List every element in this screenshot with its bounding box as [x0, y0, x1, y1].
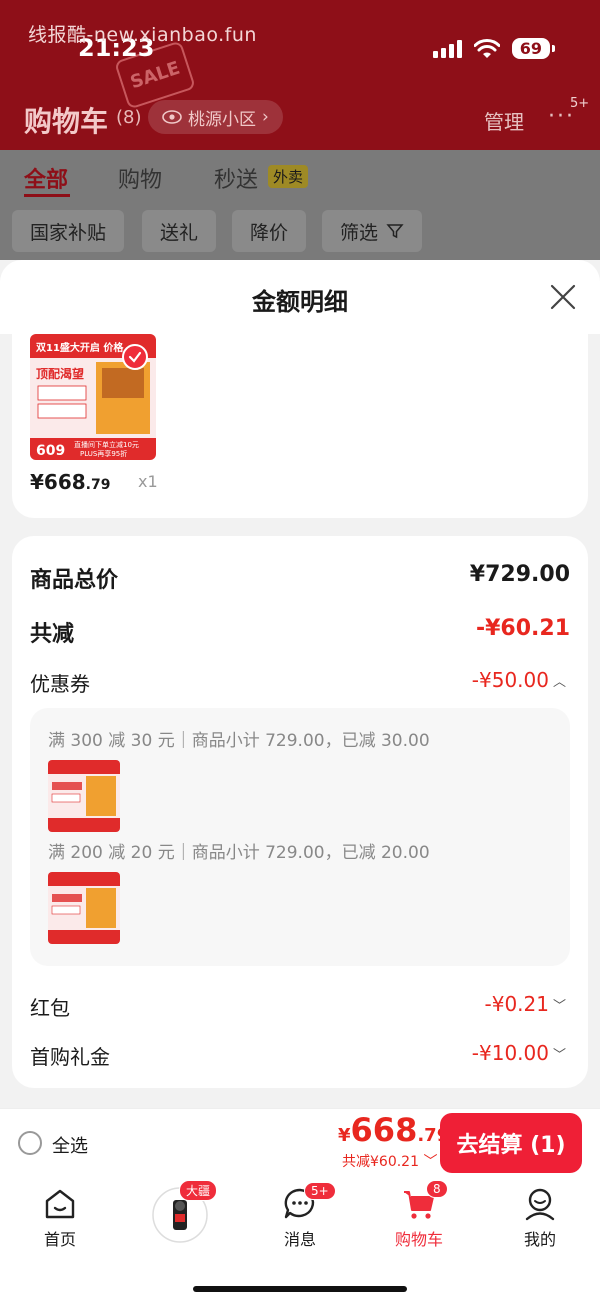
product-card: 双11盛大开启 价格 顶配渴望 609 直播间下单立减10元 PLUS再享95折…: [12, 330, 588, 518]
signal-icon: [432, 39, 462, 58]
more-badge: 5+: [570, 96, 590, 111]
chevron-right-icon: ›: [262, 107, 269, 127]
profile-icon: [525, 1188, 555, 1221]
eye-icon: [162, 110, 182, 124]
chip-subsidy[interactable]: 国家补贴: [12, 210, 125, 252]
cart-badge: 8: [426, 1180, 448, 1198]
discount-label: 共减: [30, 622, 75, 647]
battery-icon: 69: [511, 38, 556, 59]
tabbar-home[interactable]: 首页: [15, 1186, 105, 1250]
tabbar-messages[interactable]: 消息 5+: [255, 1182, 345, 1250]
chip-gift[interactable]: 送礼: [142, 210, 217, 252]
select-all-label[interactable]: 全选: [52, 1132, 88, 1158]
select-all-checkbox[interactable]: [18, 1131, 42, 1155]
close-icon[interactable]: [548, 282, 578, 312]
discount-value: -¥60.21: [475, 616, 570, 641]
background-header: SALE 21:23 69 线报酷-new.xianbao.fun 购物车 (8…: [0, 0, 600, 150]
location-label: 桃源小区: [188, 109, 256, 130]
page-title: 购物车: [24, 105, 109, 138]
svg-text:直播间下单立减10元: 直播间下单立减10元: [74, 440, 139, 449]
first-gift-toggle[interactable]: -¥10.00 ﹀: [472, 1041, 566, 1065]
tabbar-me-label: 我的: [523, 1230, 556, 1249]
manage-button[interactable]: 管理: [484, 106, 524, 135]
dajiang-badge: 大疆: [179, 1180, 218, 1201]
coupon-details: 满 300 减 30 元｜商品小计 729.00，已减 30.00 满 200 …: [30, 708, 570, 966]
price-summary-card: 商品总价 ¥729.00 共减 -¥60.21 优惠券 -¥50.00 ︿ 满 …: [12, 536, 588, 1088]
coupon-rule: 满 200 减 20 元｜商品小计 729.00，已减 20.00: [48, 843, 430, 863]
tabbar-me[interactable]: 我的: [495, 1186, 585, 1250]
coupon-toggle[interactable]: -¥50.00 ︿: [472, 668, 566, 692]
first-gift-label: 首购礼金: [30, 1045, 110, 1069]
coupon-value: -¥50.00: [471, 668, 549, 692]
chip-filter-label: 筛选: [340, 221, 379, 244]
coupon-rule: 满 300 减 30 元｜商品小计 729.00，已减 30.00: [48, 731, 430, 751]
checkout-bar: 全选 ¥668.79 共减¥60.21 ﹀ 去结算 (1): [0, 1108, 600, 1178]
svg-text:双11盛大开启 价格: 双11盛大开启 价格: [36, 341, 124, 354]
amount-detail-sheet: 金额明细 双11盛大开启 价格 顶配渴望 609 直播间下单立减10元 PLUS…: [0, 260, 600, 1108]
tabbar-cart-label: 购物车: [394, 1230, 443, 1249]
redpacket-toggle[interactable]: -¥0.21 ﹀: [485, 992, 567, 1016]
tabbar-home-label: 首页: [43, 1230, 76, 1249]
svg-text:PLUS再享95折: PLUS再享95折: [80, 449, 127, 458]
total-price: ¥668.79: [338, 1111, 449, 1149]
tabbar-cart[interactable]: 购物车 8: [374, 1180, 464, 1250]
checkout-button[interactable]: 去结算 (1): [440, 1113, 582, 1173]
waimai-tag: 外卖: [268, 165, 309, 188]
chevron-down-icon: ﹀: [552, 1047, 566, 1063]
first-gift-value: -¥10.00: [471, 1041, 549, 1065]
sheet-title: 金额明细: [252, 288, 348, 316]
product-price-int: ¥668: [30, 470, 86, 494]
tab-express[interactable]: 秒送: [214, 162, 258, 194]
chevron-down-icon: ﹀: [423, 1154, 438, 1170]
sheet-header: 金额明细: [0, 260, 600, 334]
chip-filter[interactable]: 筛选: [322, 210, 423, 252]
tabbar-dajiang[interactable]: 大疆: [135, 1180, 225, 1244]
tabbar-messages-label: 消息: [283, 1230, 316, 1249]
filter-icon: [386, 224, 404, 239]
product-price-dec: .79: [85, 477, 111, 493]
product-quantity: x1: [138, 472, 158, 491]
svg-text:顶配渴望: 顶配渴望: [36, 366, 84, 381]
svg-text:609: 609: [36, 443, 65, 459]
tab-all[interactable]: 全部: [24, 162, 68, 194]
messages-badge: 5+: [304, 1182, 336, 1200]
goods-total-label: 商品总价: [30, 568, 119, 593]
product-price: ¥668.79: [30, 470, 110, 494]
location-pill[interactable]: 桃源小区 ›: [148, 100, 283, 134]
tab-shopping[interactable]: 购物: [118, 162, 162, 194]
total-int: 668: [350, 1111, 418, 1149]
redpacket-label: 红包: [30, 996, 70, 1020]
coupon-label: 优惠券: [30, 672, 90, 696]
selected-check-icon[interactable]: [122, 344, 148, 370]
cart-count: (8): [116, 107, 142, 128]
chip-price-drop[interactable]: 降价: [232, 210, 307, 252]
home-icon: [45, 1189, 75, 1219]
goods-total-value: ¥729.00: [469, 562, 570, 587]
chevron-up-icon: ︿: [552, 674, 566, 690]
watermark-text: 线报酷-new.xianbao.fun: [28, 24, 257, 46]
home-indicator: [193, 1286, 407, 1292]
total-saved[interactable]: 共减¥60.21 ﹀: [342, 1151, 437, 1171]
wifi-icon: [473, 38, 500, 58]
status-icons: 69: [432, 38, 556, 59]
total-currency: ¥: [338, 1125, 351, 1146]
redpacket-value: -¥0.21: [484, 992, 549, 1016]
total-saved-label: 共减¥60.21: [342, 1154, 419, 1170]
coupon-product-thumb: [48, 760, 120, 832]
chevron-down-icon: ﹀: [552, 998, 566, 1014]
tab-underline: [24, 194, 70, 197]
coupon-product-thumb: [48, 872, 120, 944]
